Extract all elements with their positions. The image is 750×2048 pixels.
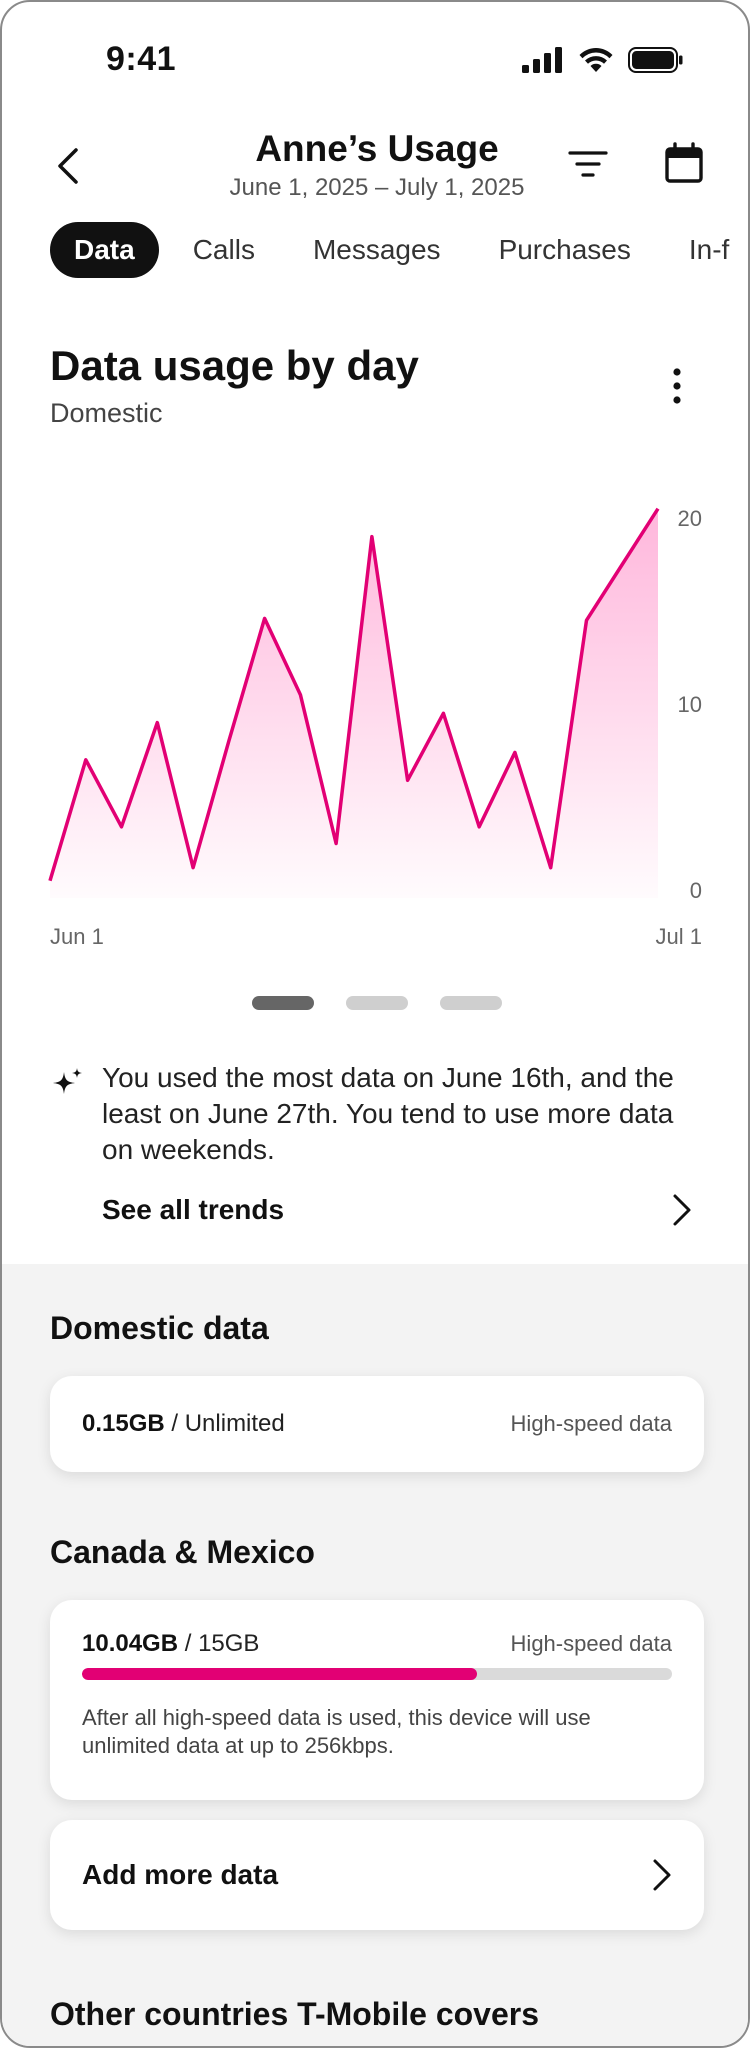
add-more-data-button[interactable]: Add more data bbox=[50, 1820, 704, 1930]
canada-mexico-note: High-speed data bbox=[510, 1631, 672, 1656]
add-more-data-label: Add more data bbox=[82, 1859, 279, 1890]
y-tick-label: 10 bbox=[678, 692, 702, 717]
x-start-label: Jun 1 bbox=[50, 924, 104, 949]
data-usage-chart: 0 10 20 Jun 1 Jul 1 bbox=[48, 506, 702, 949]
chart-title: Data usage by day bbox=[50, 342, 419, 389]
chart-pager bbox=[2, 996, 748, 1010]
other-countries-title: Other countries T-Mobile covers bbox=[50, 1996, 539, 2032]
tab-data[interactable]: Data bbox=[50, 222, 159, 278]
battery-icon bbox=[628, 47, 683, 73]
date-range: June 1, 2025 – July 1, 2025 bbox=[229, 174, 525, 201]
canada-mexico-description: After all high-speed data is used, this … bbox=[82, 1705, 591, 1758]
domestic-data-card: 0.15GB / Unlimited High-speed data bbox=[50, 1376, 704, 1472]
wifi-icon bbox=[579, 48, 613, 72]
usage-progress-fill bbox=[82, 1668, 477, 1680]
filter-icon[interactable] bbox=[568, 148, 608, 180]
tab-calls[interactable]: Calls bbox=[169, 222, 279, 278]
usage-details-section: Domestic data 0.15GB / Unlimited High-sp… bbox=[2, 1264, 748, 2046]
chevron-right-icon bbox=[673, 1194, 691, 1226]
signal-icon bbox=[522, 47, 562, 73]
usage-tabs: Data Calls Messages Purchases In-f bbox=[50, 222, 748, 278]
canada-mexico-card: 10.04GB / 15GB High-speed data After all… bbox=[50, 1600, 704, 1800]
status-icons bbox=[522, 46, 684, 74]
chevron-right-icon bbox=[653, 1859, 671, 1891]
pager-dot[interactable] bbox=[252, 996, 314, 1010]
canada-mexico-amount: 10.04GB bbox=[82, 1630, 179, 1657]
see-all-trends-label: See all trends bbox=[102, 1194, 285, 1225]
domestic-data-title: Domestic data bbox=[50, 1310, 269, 1346]
status-time: 9:41 bbox=[106, 40, 177, 78]
domestic-amount: 0.15GB bbox=[82, 1410, 165, 1437]
pager-dot[interactable] bbox=[440, 996, 502, 1010]
tab-purchases[interactable]: Purchases bbox=[475, 222, 655, 278]
insight-text: You used the most data on June 16th, and… bbox=[102, 1062, 674, 1165]
chart-subtitle: Domestic bbox=[50, 398, 163, 428]
sparkle-icon bbox=[53, 1068, 82, 1094]
domestic-limit: / Unlimited bbox=[164, 1410, 285, 1437]
y-tick-label: 0 bbox=[690, 878, 702, 903]
tab-messages[interactable]: Messages bbox=[289, 222, 465, 278]
domestic-note: High-speed data bbox=[510, 1411, 672, 1436]
canada-mexico-limit: / 15GB bbox=[178, 1630, 260, 1657]
phone-screen: 9:41 Anne’s Usage June 1, 2025 – July 1,… bbox=[0, 0, 750, 2048]
see-all-trends-link[interactable]: See all trends bbox=[102, 1190, 692, 1230]
pager-dot[interactable] bbox=[346, 996, 408, 1010]
usage-progress-bar bbox=[82, 1668, 672, 1680]
calendar-icon[interactable] bbox=[664, 142, 704, 184]
x-end-label: Jul 1 bbox=[656, 924, 702, 949]
tab-in-flight[interactable]: In-f bbox=[665, 222, 748, 278]
canada-mexico-title: Canada & Mexico bbox=[50, 1534, 315, 1570]
more-options-icon[interactable] bbox=[662, 366, 692, 406]
page-title: Anne’s Usage bbox=[255, 128, 499, 169]
y-tick-label: 20 bbox=[678, 506, 702, 531]
